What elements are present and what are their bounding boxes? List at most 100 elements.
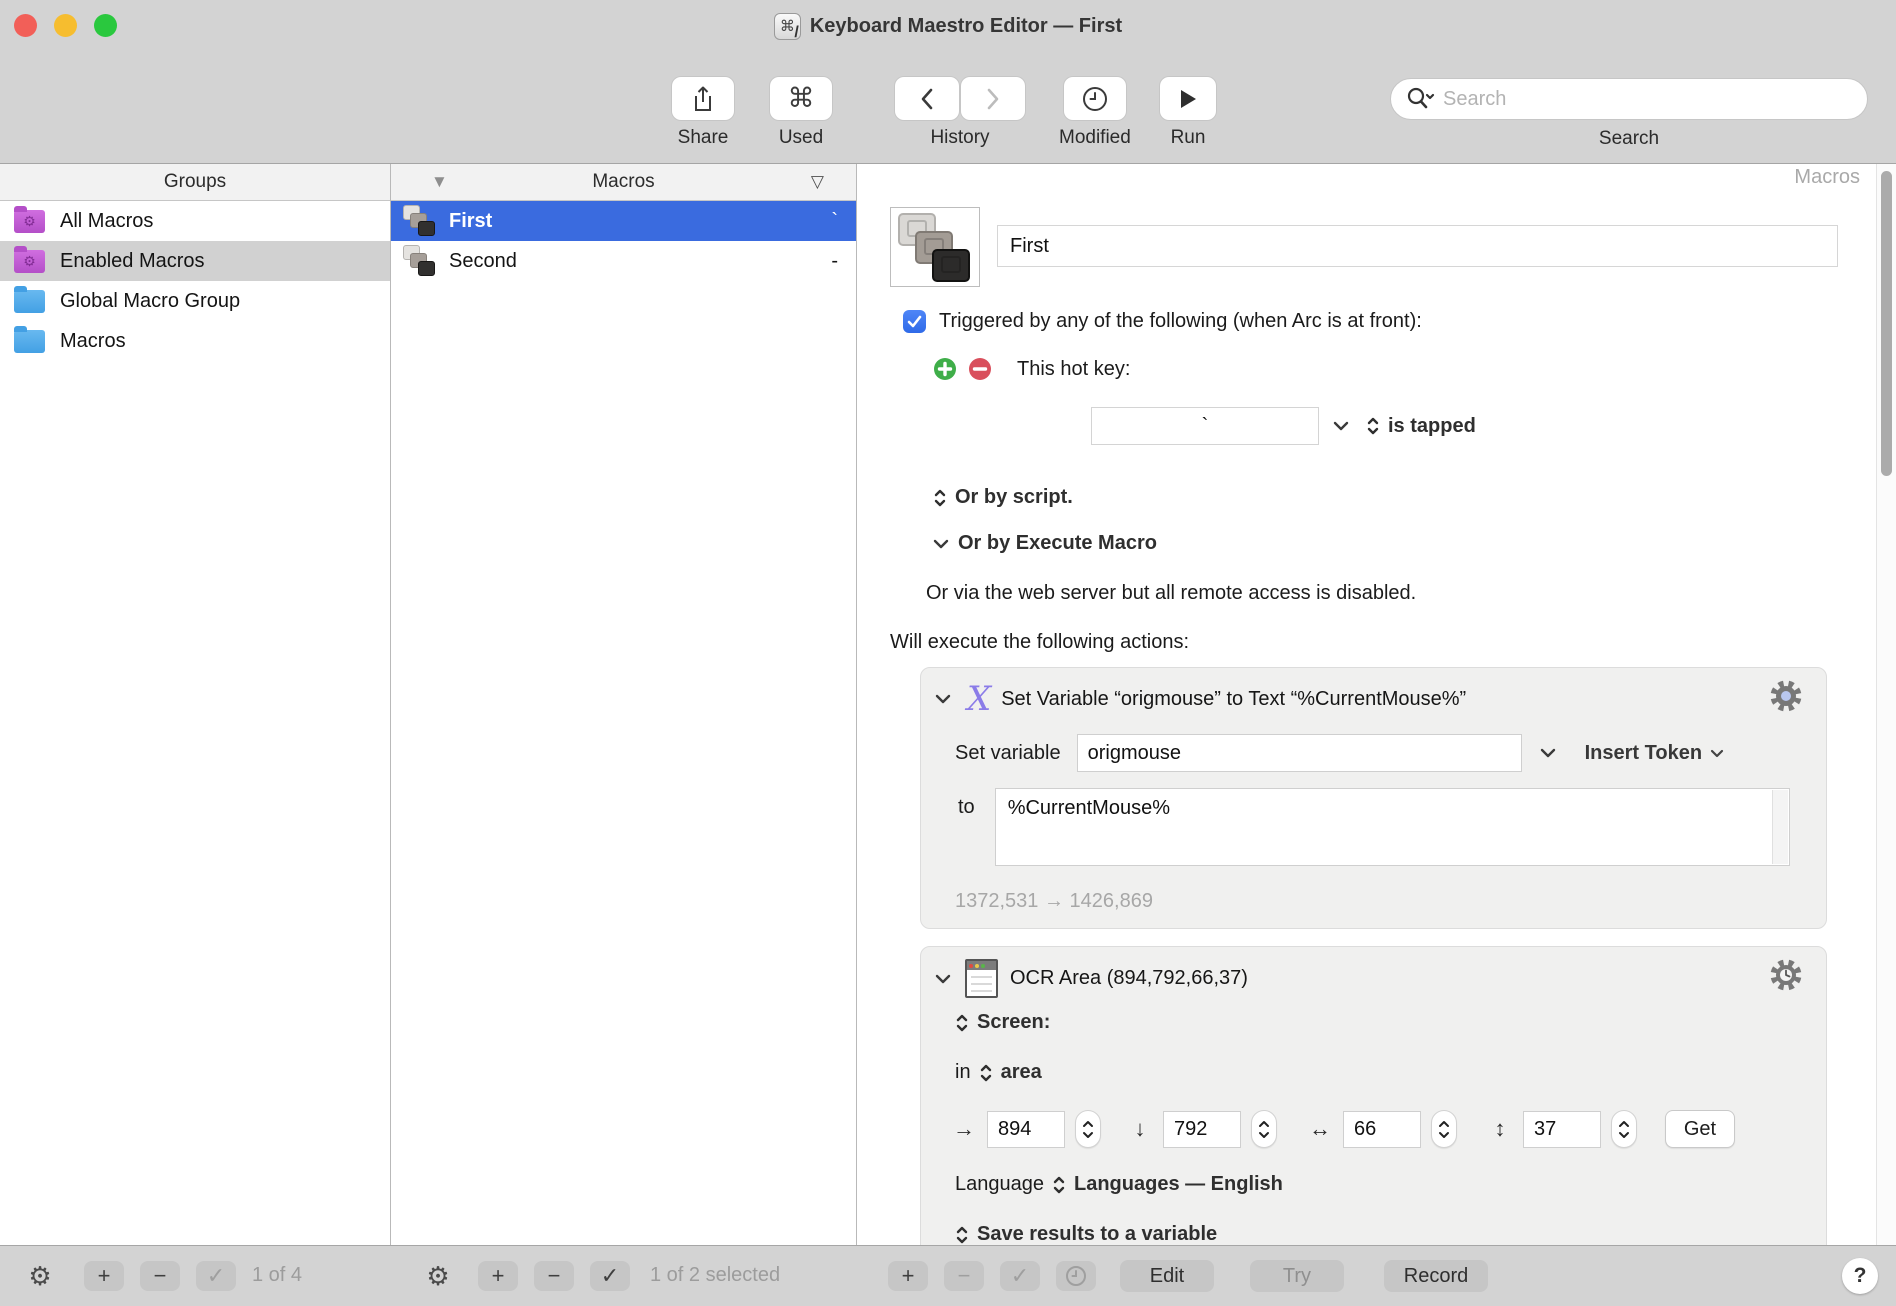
x-stepper[interactable]	[1075, 1110, 1101, 1148]
or-by-script-row[interactable]: Or by script.	[933, 486, 1073, 509]
sort-toggle-icon[interactable]: ▽	[811, 172, 824, 192]
macro-name-field[interactable]: First	[997, 225, 1838, 267]
updown-stepper-icon	[933, 488, 947, 508]
or-by-execute-label: Or by Execute Macro	[958, 532, 1157, 555]
detail-scrollbar-track[interactable]	[1876, 164, 1896, 1245]
updown-stepper-icon[interactable]	[979, 1063, 993, 1083]
language-popup[interactable]: Languages — English	[1074, 1173, 1283, 1196]
add-macro-button[interactable]: +	[478, 1261, 518, 1291]
y-coordinate-icon: ↓	[1127, 1116, 1153, 1142]
y-coordinate-input[interactable]: 792	[1163, 1111, 1241, 1148]
height-input[interactable]: 37	[1523, 1111, 1601, 1148]
edit-button[interactable]: Edit	[1120, 1260, 1214, 1292]
history-forward-button[interactable]	[961, 77, 1025, 120]
to-value-textarea[interactable]: %CurrentMouse%	[995, 788, 1790, 866]
get-button[interactable]: Get	[1665, 1110, 1735, 1148]
or-by-execute-row[interactable]: Or by Execute Macro	[933, 532, 1157, 555]
updown-stepper-icon[interactable]	[1052, 1175, 1066, 1195]
sort-descending-icon[interactable]: ▼	[431, 172, 448, 192]
run-button[interactable]	[1160, 77, 1216, 120]
history-back-button[interactable]	[895, 77, 959, 120]
help-button[interactable]: ?	[1842, 1258, 1878, 1294]
search-input[interactable]	[1443, 88, 1853, 111]
remove-trigger-icon[interactable]	[968, 357, 992, 381]
width-stepper[interactable]	[1431, 1110, 1457, 1148]
x-coordinate-icon: →	[951, 1116, 977, 1142]
macro-trigger: `	[831, 210, 838, 233]
insert-token-button[interactable]: Insert Token	[1585, 742, 1724, 765]
groups-count: 1 of 4	[252, 1264, 302, 1287]
collapse-action-icon[interactable]	[935, 694, 951, 704]
to-row: to %CurrentMouse%	[958, 788, 1790, 866]
updown-stepper-icon[interactable]	[1366, 416, 1380, 436]
area-popup-label[interactable]: area	[1001, 1061, 1042, 1084]
textarea-scrollbar[interactable]	[1772, 790, 1788, 864]
add-trigger-icon[interactable]	[933, 357, 957, 381]
macro-row-second[interactable]: Second -	[391, 241, 856, 281]
run-toolbar-item: Run	[1160, 77, 1216, 149]
macro-row-first[interactable]: First `	[391, 201, 856, 241]
hotkey-mode-popup[interactable]: is tapped	[1388, 415, 1476, 438]
collapse-action-icon[interactable]	[935, 974, 951, 984]
group-row-macros[interactable]: Macros	[0, 321, 390, 361]
trigger-checkbox[interactable]	[903, 310, 926, 333]
groups-header[interactable]: Groups	[0, 164, 390, 201]
height-stepper[interactable]	[1611, 1110, 1637, 1148]
macros-count: 1 of 2 selected	[650, 1264, 780, 1287]
groups-gear-button[interactable]: ⚙	[22, 1259, 58, 1293]
action-gear-button[interactable]	[1768, 957, 1804, 998]
record-button[interactable]: Record	[1384, 1260, 1488, 1292]
toggle-group-enable-button[interactable]: ✓	[196, 1261, 236, 1291]
updown-stepper-icon	[955, 1225, 969, 1245]
folder-icon	[14, 330, 45, 353]
title-bar: ⌘ Keyboard Maestro Editor — First	[0, 0, 1896, 52]
used-toolbar-item: ⌘ Used	[770, 77, 832, 149]
remove-action-button[interactable]: −	[944, 1261, 984, 1291]
used-button[interactable]: ⌘	[770, 77, 832, 120]
share-button[interactable]	[672, 77, 734, 120]
macros-gear-button[interactable]: ⚙	[420, 1259, 456, 1293]
modified-button[interactable]	[1064, 77, 1126, 120]
chevron-down-icon[interactable]	[1333, 421, 1349, 431]
share-icon	[690, 85, 716, 113]
chevron-down-icon[interactable]	[1540, 748, 1556, 758]
group-row-all-macros[interactable]: ⚙ All Macros	[0, 201, 390, 241]
action-timeout-button[interactable]	[1056, 1261, 1096, 1291]
mouse-coordinates-footer: 1372,531 → 1426,869	[955, 890, 1153, 913]
in-area-row: in area	[955, 1061, 1042, 1084]
macro-name: Second	[449, 250, 517, 273]
add-group-button[interactable]: +	[84, 1261, 124, 1291]
action-gear-button[interactable]	[1768, 678, 1804, 719]
macros-header[interactable]: ▼ Macros ▽	[391, 164, 856, 201]
macro-trigger: -	[831, 250, 838, 273]
or-by-script-label: Or by script.	[955, 486, 1073, 509]
add-action-button[interactable]: +	[888, 1261, 928, 1291]
to-label: to	[958, 796, 975, 819]
save-results-row[interactable]: Save results to a variable	[955, 1223, 1217, 1245]
group-label: All Macros	[60, 210, 153, 233]
try-button[interactable]: Try	[1250, 1260, 1344, 1292]
search-icon	[1405, 86, 1435, 112]
chevron-down-icon	[1710, 749, 1724, 758]
y-stepper[interactable]	[1251, 1110, 1277, 1148]
search-field[interactable]	[1390, 78, 1868, 120]
screen-popup-row[interactable]: Screen:	[955, 1011, 1050, 1034]
group-row-global-macro-group[interactable]: Global Macro Group	[0, 281, 390, 321]
detail-scrollbar-thumb[interactable]	[1881, 171, 1892, 476]
smart-group-folder-icon: ⚙	[14, 210, 45, 233]
x-coordinate-input[interactable]: 894	[987, 1111, 1065, 1148]
remove-macro-button[interactable]: −	[534, 1261, 574, 1291]
macro-icon-well[interactable]	[890, 207, 980, 287]
variable-name-input[interactable]: origmouse	[1077, 734, 1522, 772]
remove-group-button[interactable]: −	[140, 1261, 180, 1291]
width-input[interactable]: 66	[1343, 1111, 1421, 1148]
group-label: Enabled Macros	[60, 250, 205, 273]
modified-label: Modified	[1059, 127, 1131, 149]
toggle-action-enable-button[interactable]: ✓	[1000, 1261, 1040, 1291]
language-row: Language Languages — English	[955, 1173, 1283, 1196]
group-row-enabled-macros[interactable]: ⚙ Enabled Macros	[0, 241, 390, 281]
macros-column: ▼ Macros ▽ First ` Second -	[391, 164, 857, 1245]
toggle-macro-enable-button[interactable]: ✓	[590, 1261, 630, 1291]
hotkey-field[interactable]: `	[1091, 407, 1319, 445]
modified-toolbar-item: Modified	[1059, 77, 1131, 149]
